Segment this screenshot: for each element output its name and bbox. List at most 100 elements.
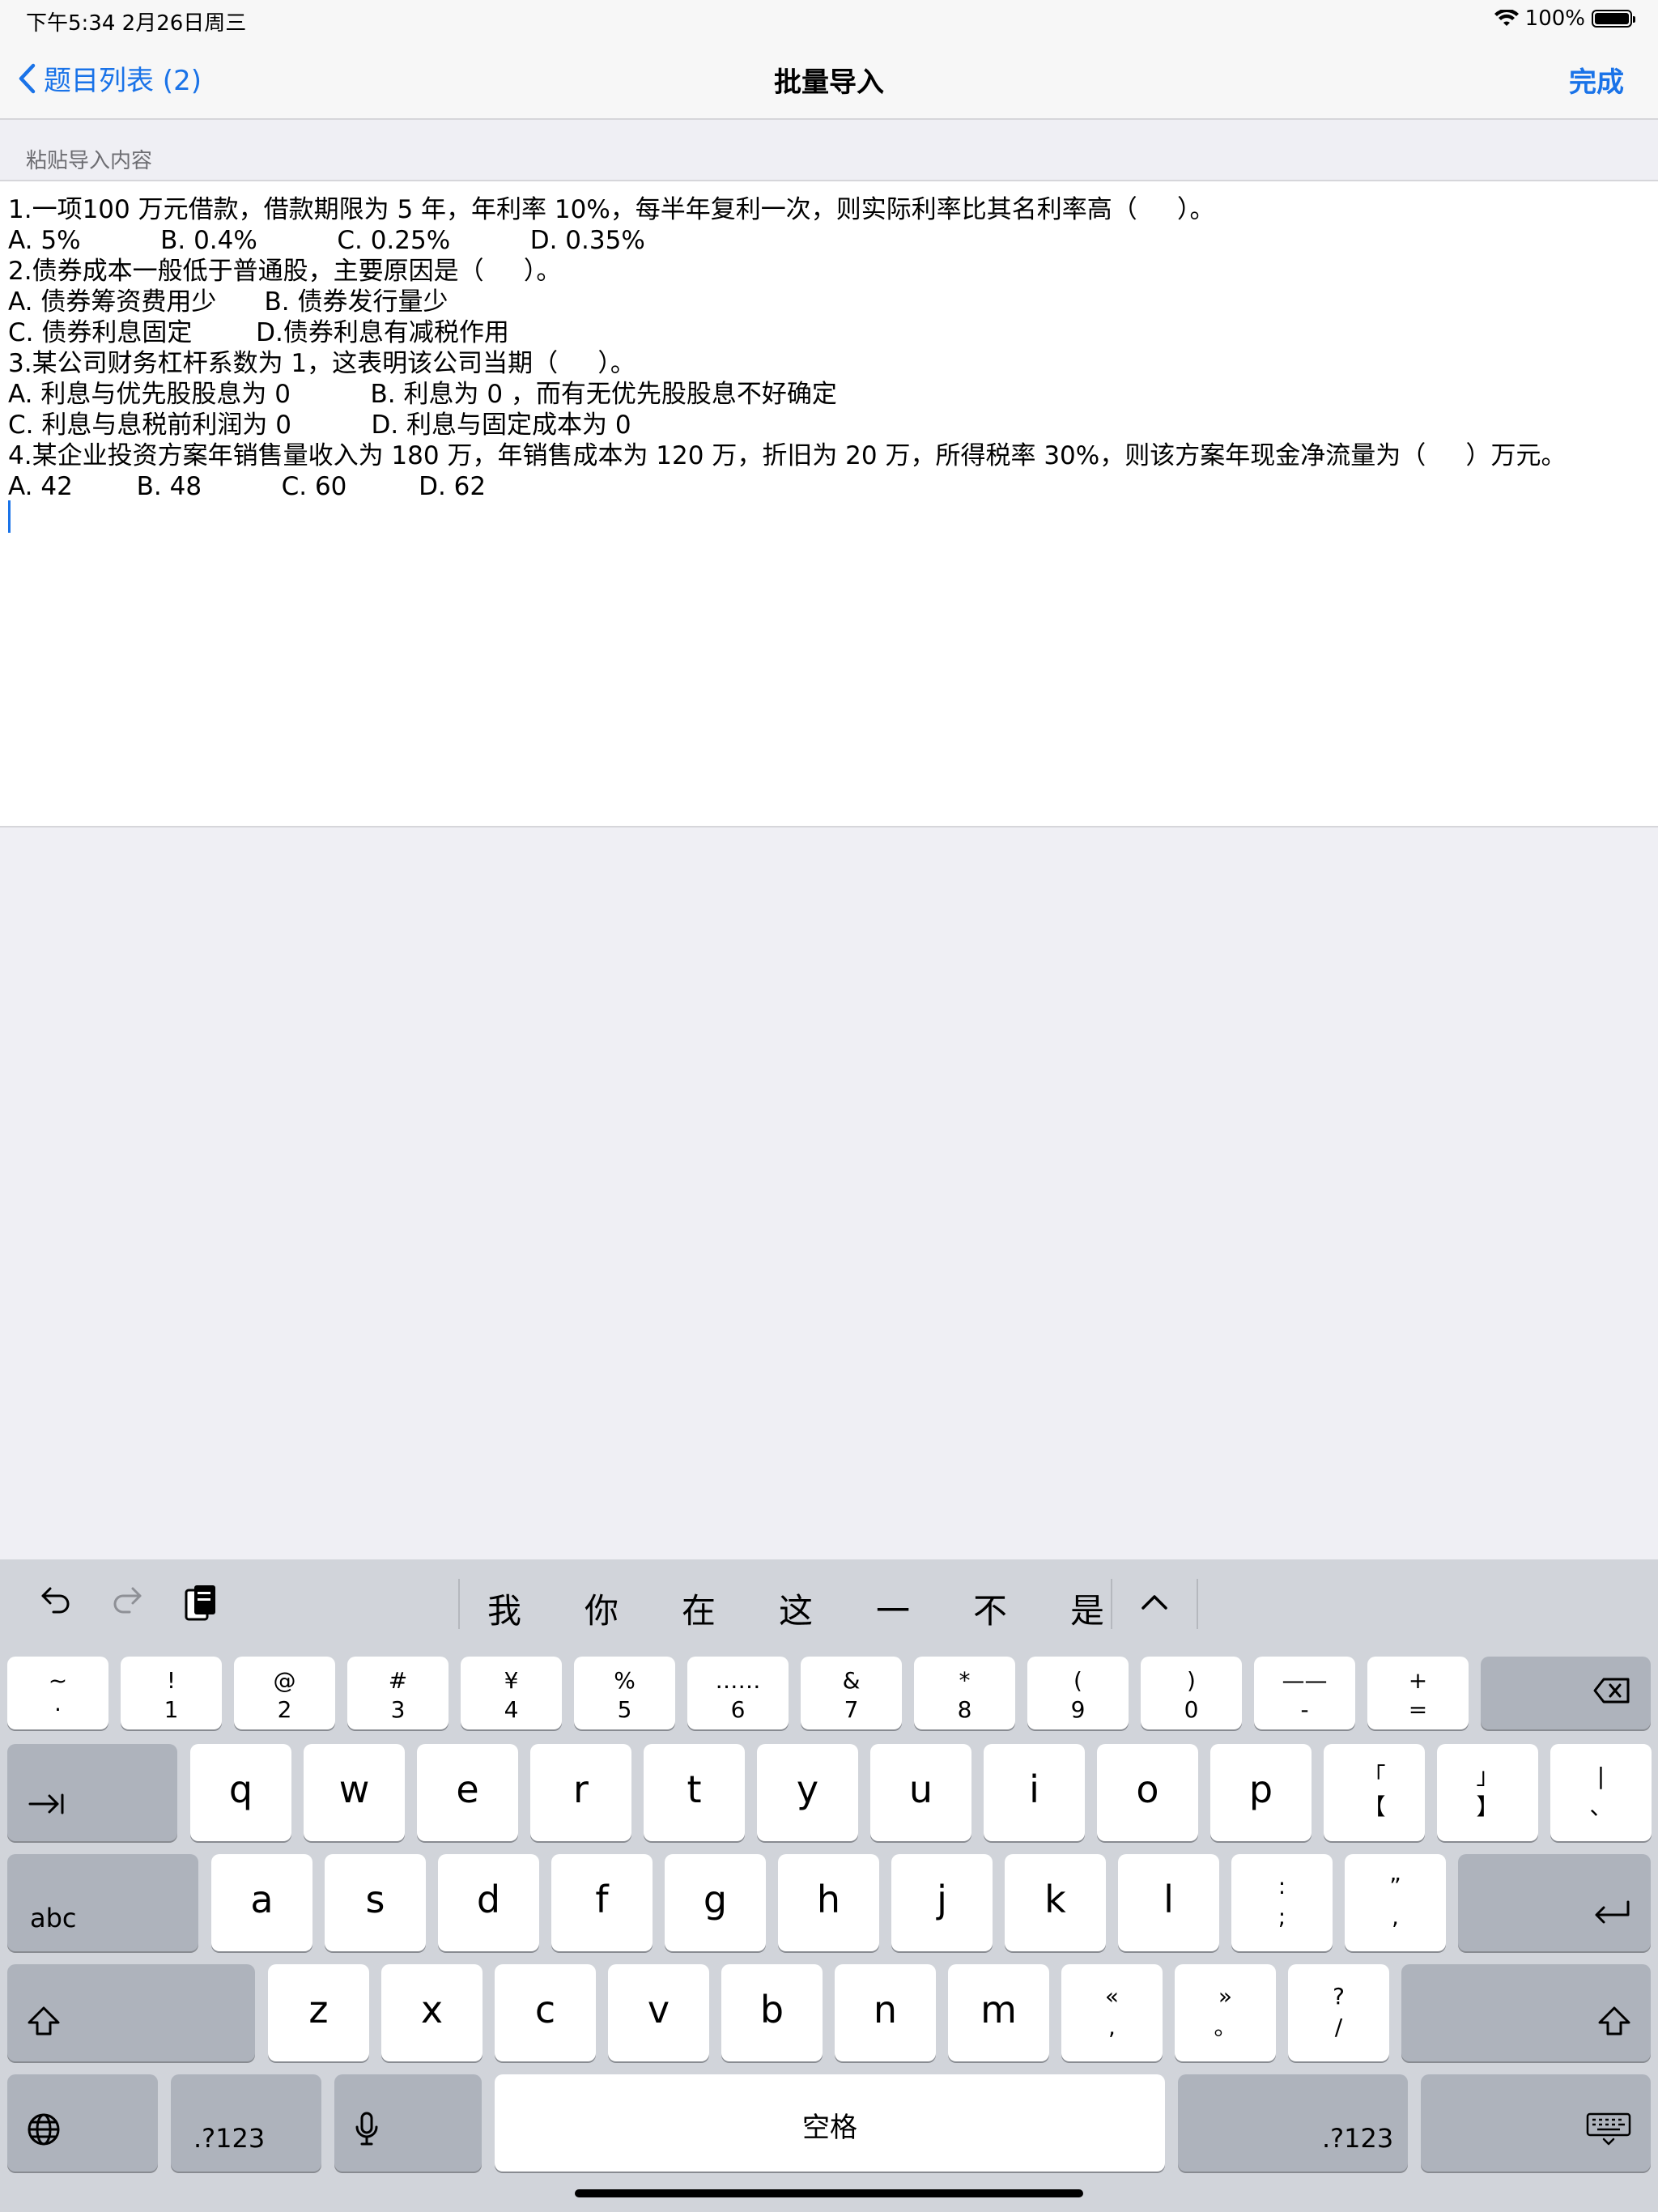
key-j[interactable]: j [891,1854,993,1951]
key-r[interactable]: r [530,1744,631,1841]
editor-line: 2.债券成本一般低于普通股，主要原因是（ ）。 [8,257,562,286]
key[interactable]: ¥4 [461,1657,562,1729]
key[interactable]: ~ · [7,1657,108,1729]
shift-key-left[interactable] [7,1964,255,2061]
key-e[interactable]: e [417,1744,518,1841]
paste-icon[interactable] [183,1582,219,1624]
key-t[interactable]: t [644,1744,745,1841]
space-key[interactable]: 空格 [495,2074,1165,2172]
candidate-word[interactable]: 是 [1070,1584,1104,1633]
key-f[interactable]: f [551,1854,653,1951]
shift-key-right[interactable] [1401,1964,1651,2061]
key[interactable]: ! 1 [121,1657,222,1729]
tab-key[interactable] [7,1744,177,1841]
key-q[interactable]: q [190,1744,291,1841]
section-header-label: 粘贴导入内容 [26,149,153,173]
key-guillemet-left[interactable]: «, [1061,1964,1163,2061]
key-bottom: = [1408,1696,1428,1723]
key-p[interactable]: p [1210,1744,1312,1841]
numbers-key-left[interactable]: .?123 [171,2074,321,2172]
candidate-word[interactable]: 你 [585,1584,619,1633]
candidate-word[interactable]: 一 [876,1584,910,1633]
editor-line: A. 5% B. 0.4% C. 0.25% D. 0.35% [8,226,645,255]
delete-icon [1592,1672,1631,1713]
key-s[interactable]: s [325,1854,426,1951]
key[interactable]: (9 [1027,1657,1129,1729]
numbers-label: .?123 [1322,2123,1394,2154]
key-bottom: 8 [957,1696,972,1723]
key-d[interactable]: d [438,1854,539,1951]
key-a[interactable]: a [211,1854,312,1951]
key-w[interactable]: w [304,1744,405,1841]
import-text-area[interactable]: 1.一项100 万元借款，借款期限为 5 年，年利率 10%，每半年复利一次，则… [0,181,1658,827]
status-right: 100% [1494,6,1635,31]
abc-key[interactable]: abc [7,1854,198,1951]
key-pipe[interactable]: |、 [1550,1744,1652,1841]
done-button[interactable]: 完成 [1569,60,1624,100]
key-k[interactable]: k [1005,1854,1106,1951]
key-label: t [687,1767,702,1811]
delete-key[interactable] [1481,1657,1651,1729]
key-question[interactable]: ? / [1288,1964,1389,2061]
key[interactable]: …… 6 [687,1657,789,1729]
key[interactable]: % 5 [574,1657,675,1729]
back-button[interactable]: 题目列表 (2) [18,58,202,98]
key-top: # [388,1667,408,1694]
key-guillemet-right[interactable]: »。 [1175,1964,1276,2061]
key-bottom: - [1300,1696,1309,1723]
globe-key[interactable] [7,2074,158,2172]
key-bottom: 】 [1476,1793,1499,1820]
key-top: | [1596,1763,1605,1789]
key-b[interactable]: b [721,1964,823,2061]
key[interactable]: + = [1367,1657,1469,1729]
dictation-key[interactable] [334,2074,482,2172]
key-x[interactable]: x [381,1964,483,2061]
undo-icon[interactable] [39,1582,73,1616]
hide-keyboard-key[interactable] [1421,2074,1651,2172]
home-indicator[interactable] [575,2189,1083,2197]
key-label: v [647,1988,670,2031]
return-key[interactable] [1458,1854,1651,1951]
key-label: a [250,1878,274,1921]
keyboard-hide-icon [1586,2112,1631,2155]
key-v[interactable]: v [608,1964,709,2061]
key-o[interactable]: o [1097,1744,1198,1841]
key[interactable]: & 7 [801,1657,902,1729]
back-button-label: 题目列表 (2) [44,65,202,97]
key-z[interactable]: z [268,1964,369,2061]
key[interactable]: ) 0 [1141,1657,1242,1729]
key[interactable]: —— - [1254,1657,1355,1729]
numbers-label: .?123 [193,2123,266,2154]
numbers-key-right[interactable]: .?123 [1178,2074,1408,2172]
key-y[interactable]: y [757,1744,858,1841]
wifi-icon [1494,10,1519,26]
key-h[interactable]: h [778,1854,879,1951]
redo-icon[interactable] [110,1582,144,1616]
candidate-word[interactable]: 不 [973,1584,1007,1633]
key-n[interactable]: n [835,1964,936,2061]
key-label: o [1136,1767,1159,1811]
key-bracket-left[interactable]: 「【 [1324,1744,1425,1841]
candidate-word[interactable]: 在 [682,1584,716,1633]
return-icon [1592,1894,1631,1935]
key-quote[interactable]: ”, [1345,1854,1446,1951]
key[interactable]: @2 [234,1657,335,1729]
key-colon[interactable]: :; [1231,1854,1333,1951]
candidate-word[interactable]: 这 [779,1584,813,1633]
key-u[interactable]: u [870,1744,971,1841]
key-top: ! [166,1667,176,1694]
key-l[interactable]: l [1118,1854,1219,1951]
key-m[interactable]: m [948,1964,1049,2061]
key-top: « [1104,1983,1120,2010]
key[interactable]: * 8 [914,1657,1015,1729]
chevron-up-icon[interactable] [1140,1592,1169,1611]
key-bracket-right[interactable]: 」】 [1437,1744,1538,1841]
battery-level [1595,13,1629,24]
key-bottom: 9 [1070,1696,1086,1723]
key[interactable]: #3 [347,1657,449,1729]
key-g[interactable]: g [665,1854,766,1951]
key-label: i [1029,1767,1039,1811]
key-i[interactable]: i [984,1744,1085,1841]
key-c[interactable]: c [495,1964,596,2061]
candidate-word[interactable]: 我 [487,1584,521,1633]
